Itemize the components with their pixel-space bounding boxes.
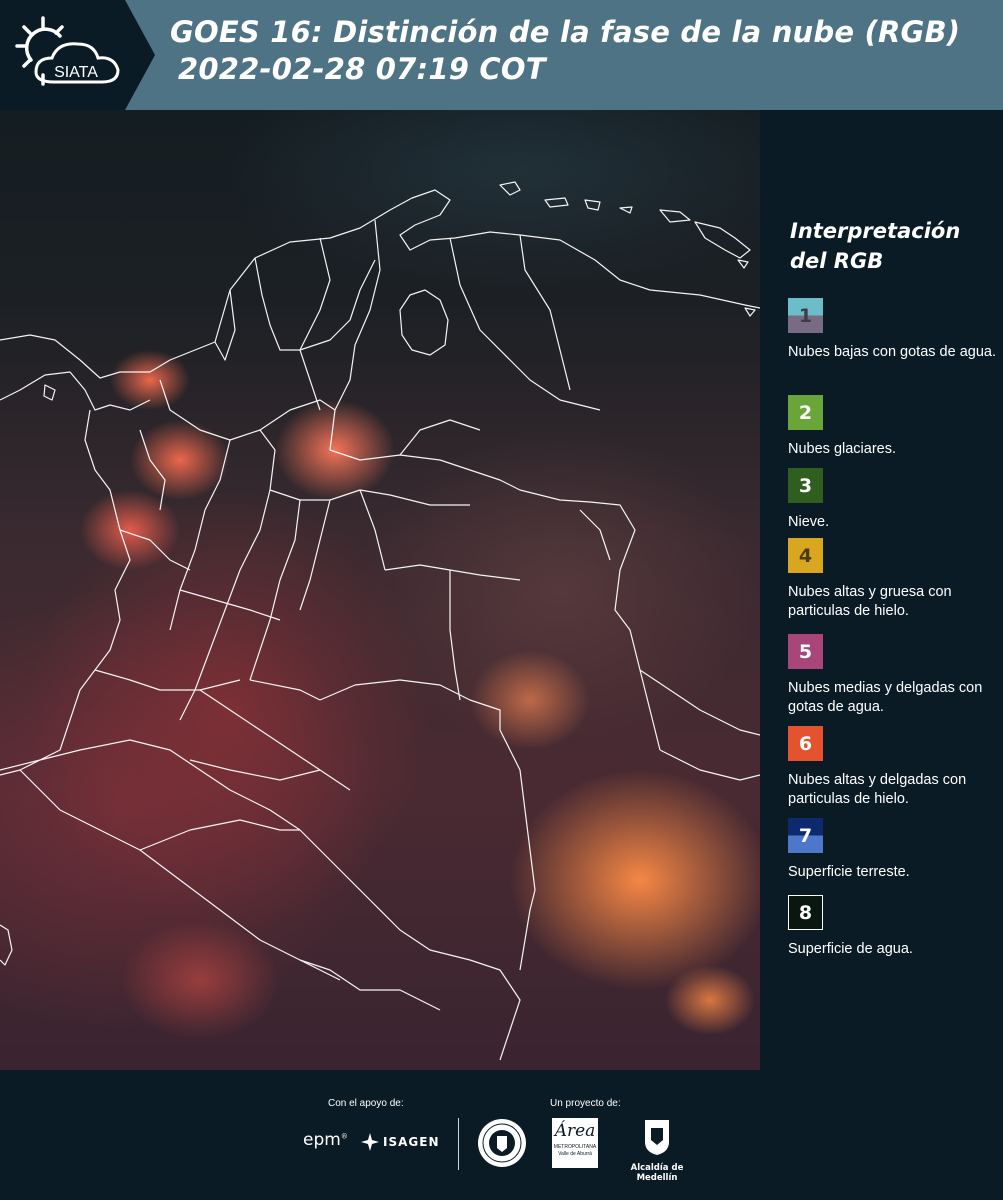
- legend-swatch-number: 3: [798, 474, 813, 497]
- footer-divider: [458, 1118, 459, 1170]
- legend-swatch-number: 2: [798, 401, 813, 424]
- page-title: GOES 16: Distinción de la fase de la nub…: [170, 14, 960, 88]
- legend-item-label: Nubes glaciares.: [788, 441, 896, 457]
- legend-item-label: Superficie de agua.: [788, 941, 913, 957]
- boundaries-overlay: [0, 181, 760, 1061]
- legend-item-label: Nieve.: [788, 514, 830, 530]
- siata-sun-cloud-icon: SIATA: [15, 16, 120, 86]
- isagen-star-icon: [361, 1133, 379, 1151]
- legend-item-label: Nubes altas y delgadas con particulas de…: [788, 772, 967, 807]
- isagen-logo-text: ISAGEN: [383, 1135, 440, 1149]
- alcaldia-logo-text: Alcaldía de Medellín: [630, 1163, 684, 1183]
- isagen-logo: ISAGEN: [360, 1132, 439, 1152]
- legend-swatch-3: 3: [788, 468, 823, 503]
- legend-item-3: 3 Nieve.: [788, 468, 998, 532]
- legend-item-label: Nubes altas y gruesa con particulas de h…: [788, 584, 952, 619]
- project-label: Un proyecto de:: [550, 1098, 621, 1109]
- rgb-legend-panel: Interpretación del RGB 1 Nubes bajas con…: [760, 110, 1003, 1070]
- university-seal-logo: [477, 1118, 527, 1173]
- area-logo-subtext: METROPOLITANA: [553, 1144, 597, 1150]
- legend-swatch-5: 5: [788, 634, 823, 669]
- footer-sponsors: Con el apoyo de: Un proyecto de: epm® IS…: [0, 1070, 1003, 1200]
- legend-item-label: Nubes medias y delgadas con gotas de agu…: [788, 680, 983, 715]
- legend-swatch-number: 6: [798, 732, 813, 755]
- legend-item-6: 6 Nubes altas y delgadas con particulas …: [788, 726, 998, 809]
- legend-item-label: Nubes bajas con gotas de agua.: [788, 344, 996, 360]
- legend-swatch-8: 8: [788, 895, 823, 930]
- legend-title-line1: Interpretación: [790, 219, 961, 243]
- header: SIATA GOES 16: Distinción de la fase de …: [0, 0, 1003, 110]
- satellite-rgb-map: [0, 110, 760, 1070]
- seal-icon: [478, 1119, 526, 1167]
- page-title-line1: GOES 16: Distinción de la fase de la nub…: [170, 15, 961, 49]
- page-title-timestamp: 2022-02-28 07:19 COT: [178, 52, 546, 86]
- legend-item-4: 4 Nubes altas y gruesa con particulas de…: [788, 538, 998, 621]
- epm-logo: epm®: [303, 1130, 348, 1150]
- legend-swatch-number: 4: [798, 544, 813, 567]
- epm-logo-text: epm: [303, 1130, 341, 1150]
- legend-swatch-2: 2: [788, 395, 823, 430]
- legend-title: Interpretación del RGB: [790, 216, 960, 276]
- area-logo-text: Área: [554, 1121, 596, 1141]
- legend-swatch-7: 7: [788, 818, 823, 853]
- area-metropolitana-logo: Área METROPOLITANA Valle de Aburrá: [552, 1118, 598, 1168]
- legend-swatch-number: 5: [798, 640, 813, 663]
- legend-item-8: 8 Superficie de agua.: [788, 895, 998, 959]
- siata-logo: SIATA: [14, 14, 126, 94]
- legend-swatch-6: 6: [788, 726, 823, 761]
- legend-swatch-1: 1: [788, 298, 823, 333]
- siata-logo-text: SIATA: [54, 64, 98, 81]
- legend-item-2: 2 Nubes glaciares.: [788, 395, 998, 459]
- alcaldia-medellin-logo: Alcaldía de Medellín: [612, 1118, 702, 1183]
- support-label: Con el apoyo de:: [328, 1098, 404, 1109]
- legend-swatch-number: 1: [798, 304, 813, 327]
- legend-swatch-4: 4: [788, 538, 823, 573]
- legend-swatch-number: 8: [798, 901, 813, 924]
- legend-title-line2: del RGB: [790, 249, 884, 273]
- country-boundaries: [0, 181, 760, 1061]
- area-logo-subtext2: Valle de Aburrá: [558, 1151, 592, 1157]
- legend-item-1: 1 Nubes bajas con gotas de agua.: [788, 298, 998, 362]
- legend-swatch-number: 7: [798, 824, 813, 847]
- medellin-shield-icon: [645, 1120, 669, 1155]
- legend-item-5: 5 Nubes medias y delgadas con gotas de a…: [788, 634, 998, 717]
- legend-item-label: Superficie terreste.: [788, 864, 910, 880]
- legend-item-7: 7 Superficie terreste.: [788, 818, 998, 882]
